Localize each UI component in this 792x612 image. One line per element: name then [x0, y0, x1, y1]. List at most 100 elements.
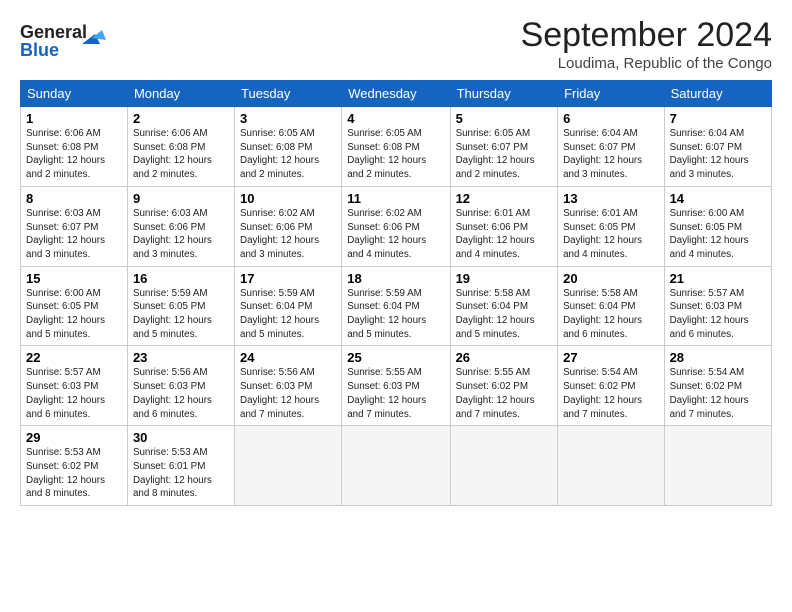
col-thursday: Thursday [450, 81, 558, 107]
day-info: Sunrise: 5:53 AM Sunset: 6:01 PM Dayligh… [133, 446, 229, 501]
logo-svg: General Blue [20, 16, 110, 61]
calendar-cell: 21Sunrise: 5:57 AM Sunset: 6:03 PM Dayli… [664, 266, 771, 346]
calendar-cell: 3Sunrise: 6:05 AM Sunset: 6:08 PM Daylig… [235, 107, 342, 187]
col-friday: Friday [558, 81, 664, 107]
day-info: Sunrise: 6:06 AM Sunset: 6:08 PM Dayligh… [26, 127, 122, 182]
day-info: Sunrise: 5:57 AM Sunset: 6:03 PM Dayligh… [26, 366, 122, 421]
calendar-cell [235, 426, 342, 506]
day-number: 24 [240, 350, 336, 365]
day-number: 4 [347, 111, 444, 126]
calendar-table: Sunday Monday Tuesday Wednesday Thursday… [20, 80, 772, 506]
calendar-cell: 30Sunrise: 5:53 AM Sunset: 6:01 PM Dayli… [127, 426, 234, 506]
page: General Blue September 2024 Loudima, Rep… [0, 0, 792, 612]
day-number: 19 [456, 271, 553, 286]
day-number: 12 [456, 191, 553, 206]
calendar-cell: 29Sunrise: 5:53 AM Sunset: 6:02 PM Dayli… [21, 426, 128, 506]
week-row-3: 15Sunrise: 6:00 AM Sunset: 6:05 PM Dayli… [21, 266, 772, 346]
calendar-cell: 26Sunrise: 5:55 AM Sunset: 6:02 PM Dayli… [450, 346, 558, 426]
day-info: Sunrise: 6:02 AM Sunset: 6:06 PM Dayligh… [240, 207, 336, 262]
day-info: Sunrise: 5:53 AM Sunset: 6:02 PM Dayligh… [26, 446, 122, 501]
col-sunday: Sunday [21, 81, 128, 107]
day-number: 16 [133, 271, 229, 286]
day-number: 9 [133, 191, 229, 206]
calendar-cell: 24Sunrise: 5:56 AM Sunset: 6:03 PM Dayli… [235, 346, 342, 426]
day-info: Sunrise: 5:55 AM Sunset: 6:03 PM Dayligh… [347, 366, 444, 421]
day-info: Sunrise: 6:04 AM Sunset: 6:07 PM Dayligh… [670, 127, 766, 182]
day-info: Sunrise: 5:55 AM Sunset: 6:02 PM Dayligh… [456, 366, 553, 421]
logo: General Blue [20, 16, 110, 61]
day-number: 20 [563, 271, 658, 286]
calendar-cell: 4Sunrise: 6:05 AM Sunset: 6:08 PM Daylig… [342, 107, 450, 187]
svg-text:General: General [20, 22, 87, 42]
day-number: 28 [670, 350, 766, 365]
day-info: Sunrise: 5:59 AM Sunset: 6:04 PM Dayligh… [240, 287, 336, 342]
day-number: 22 [26, 350, 122, 365]
calendar-cell [664, 426, 771, 506]
day-info: Sunrise: 5:57 AM Sunset: 6:03 PM Dayligh… [670, 287, 766, 342]
day-number: 1 [26, 111, 122, 126]
day-info: Sunrise: 6:01 AM Sunset: 6:05 PM Dayligh… [563, 207, 658, 262]
week-row-2: 8Sunrise: 6:03 AM Sunset: 6:07 PM Daylig… [21, 186, 772, 266]
calendar-cell: 7Sunrise: 6:04 AM Sunset: 6:07 PM Daylig… [664, 107, 771, 187]
day-info: Sunrise: 6:05 AM Sunset: 6:08 PM Dayligh… [240, 127, 336, 182]
svg-text:Blue: Blue [20, 40, 59, 60]
day-number: 13 [563, 191, 658, 206]
col-monday: Monday [127, 81, 234, 107]
calendar-cell: 17Sunrise: 5:59 AM Sunset: 6:04 PM Dayli… [235, 266, 342, 346]
calendar-cell: 14Sunrise: 6:00 AM Sunset: 6:05 PM Dayli… [664, 186, 771, 266]
calendar-cell: 15Sunrise: 6:00 AM Sunset: 6:05 PM Dayli… [21, 266, 128, 346]
day-number: 25 [347, 350, 444, 365]
calendar-cell: 20Sunrise: 5:58 AM Sunset: 6:04 PM Dayli… [558, 266, 664, 346]
day-number: 10 [240, 191, 336, 206]
calendar-cell: 12Sunrise: 6:01 AM Sunset: 6:06 PM Dayli… [450, 186, 558, 266]
day-number: 23 [133, 350, 229, 365]
calendar-cell: 2Sunrise: 6:06 AM Sunset: 6:08 PM Daylig… [127, 107, 234, 187]
day-info: Sunrise: 5:56 AM Sunset: 6:03 PM Dayligh… [133, 366, 229, 421]
day-info: Sunrise: 5:59 AM Sunset: 6:04 PM Dayligh… [347, 287, 444, 342]
title-block: September 2024 Loudima, Republic of the … [521, 16, 772, 72]
day-info: Sunrise: 5:58 AM Sunset: 6:04 PM Dayligh… [563, 287, 658, 342]
day-info: Sunrise: 6:01 AM Sunset: 6:06 PM Dayligh… [456, 207, 553, 262]
calendar-cell: 1Sunrise: 6:06 AM Sunset: 6:08 PM Daylig… [21, 107, 128, 187]
calendar-cell: 28Sunrise: 5:54 AM Sunset: 6:02 PM Dayli… [664, 346, 771, 426]
calendar-cell: 6Sunrise: 6:04 AM Sunset: 6:07 PM Daylig… [558, 107, 664, 187]
calendar-cell: 8Sunrise: 6:03 AM Sunset: 6:07 PM Daylig… [21, 186, 128, 266]
month-title: September 2024 [521, 16, 772, 55]
day-number: 15 [26, 271, 122, 286]
day-number: 29 [26, 430, 122, 445]
day-number: 8 [26, 191, 122, 206]
day-info: Sunrise: 5:54 AM Sunset: 6:02 PM Dayligh… [670, 366, 766, 421]
calendar-cell: 19Sunrise: 5:58 AM Sunset: 6:04 PM Dayli… [450, 266, 558, 346]
calendar-cell: 25Sunrise: 5:55 AM Sunset: 6:03 PM Dayli… [342, 346, 450, 426]
day-number: 26 [456, 350, 553, 365]
calendar-cell: 9Sunrise: 6:03 AM Sunset: 6:06 PM Daylig… [127, 186, 234, 266]
location-title: Loudima, Republic of the Congo [521, 55, 772, 72]
day-info: Sunrise: 6:02 AM Sunset: 6:06 PM Dayligh… [347, 207, 444, 262]
day-info: Sunrise: 5:59 AM Sunset: 6:05 PM Dayligh… [133, 287, 229, 342]
day-info: Sunrise: 5:58 AM Sunset: 6:04 PM Dayligh… [456, 287, 553, 342]
day-number: 7 [670, 111, 766, 126]
day-number: 2 [133, 111, 229, 126]
day-number: 6 [563, 111, 658, 126]
day-info: Sunrise: 6:03 AM Sunset: 6:07 PM Dayligh… [26, 207, 122, 262]
day-number: 27 [563, 350, 658, 365]
day-number: 17 [240, 271, 336, 286]
calendar-cell: 27Sunrise: 5:54 AM Sunset: 6:02 PM Dayli… [558, 346, 664, 426]
day-info: Sunrise: 6:05 AM Sunset: 6:07 PM Dayligh… [456, 127, 553, 182]
calendar-cell: 11Sunrise: 6:02 AM Sunset: 6:06 PM Dayli… [342, 186, 450, 266]
calendar-cell: 13Sunrise: 6:01 AM Sunset: 6:05 PM Dayli… [558, 186, 664, 266]
day-number: 5 [456, 111, 553, 126]
calendar-header-row: Sunday Monday Tuesday Wednesday Thursday… [21, 81, 772, 107]
calendar-cell: 22Sunrise: 5:57 AM Sunset: 6:03 PM Dayli… [21, 346, 128, 426]
day-info: Sunrise: 5:56 AM Sunset: 6:03 PM Dayligh… [240, 366, 336, 421]
day-number: 3 [240, 111, 336, 126]
calendar-cell: 16Sunrise: 5:59 AM Sunset: 6:05 PM Dayli… [127, 266, 234, 346]
day-info: Sunrise: 6:00 AM Sunset: 6:05 PM Dayligh… [26, 287, 122, 342]
col-saturday: Saturday [664, 81, 771, 107]
col-tuesday: Tuesday [235, 81, 342, 107]
header: General Blue September 2024 Loudima, Rep… [20, 16, 772, 72]
day-info: Sunrise: 6:03 AM Sunset: 6:06 PM Dayligh… [133, 207, 229, 262]
day-info: Sunrise: 6:00 AM Sunset: 6:05 PM Dayligh… [670, 207, 766, 262]
calendar-cell: 23Sunrise: 5:56 AM Sunset: 6:03 PM Dayli… [127, 346, 234, 426]
calendar-cell: 5Sunrise: 6:05 AM Sunset: 6:07 PM Daylig… [450, 107, 558, 187]
